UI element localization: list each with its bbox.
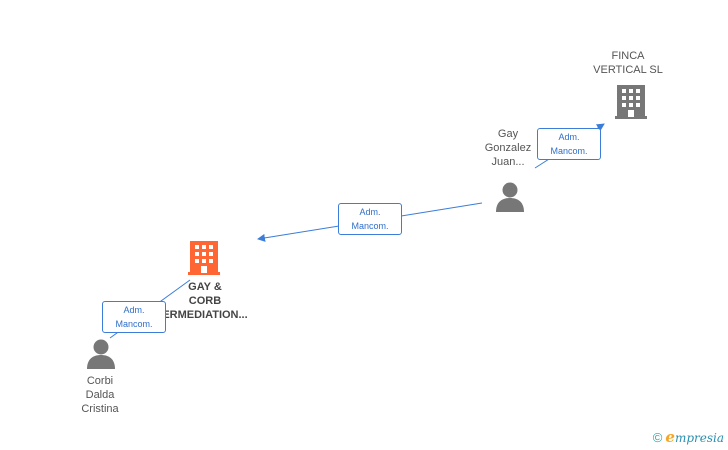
edge-label-line: Mancom. (351, 221, 389, 231)
edge-label-gay-gonzalez-gay-corb[interactable]: Adm. Mancom. (338, 203, 402, 235)
node-label-line: CORB (188, 295, 222, 307)
empresia-watermark: © empresia (653, 428, 724, 446)
node-label-line: Gay (497, 128, 519, 140)
node-label-corbi[interactable]: Corbi Dalda Cristina (62, 374, 138, 416)
edge-label-line: Adm. (558, 132, 580, 142)
node-label-line: Corbi (86, 375, 114, 387)
brand-logo-text: mpresia (674, 431, 724, 445)
node-label-line: FINCA (611, 50, 645, 62)
brand-logo: empresia (665, 428, 724, 446)
brand-logo-e: e (665, 428, 675, 446)
copyright-icon: © (652, 429, 663, 445)
edge-label-corbi-gay-corb[interactable]: Adm. Mancom. (102, 301, 166, 333)
edge-label-line: Mancom. (550, 146, 588, 156)
node-label-line: GAY & (188, 281, 222, 293)
building-icon[interactable] (188, 241, 220, 275)
node-label-line: ERMEDIATION... (162, 309, 248, 321)
node-label-line: Gonzalez (484, 142, 532, 154)
edge-label-line: Mancom. (115, 319, 153, 329)
person-icon[interactable] (495, 182, 525, 212)
person-icon[interactable] (86, 339, 116, 369)
node-label-gay-gonzalez[interactable]: Gay Gonzalez Juan... (470, 127, 546, 169)
node-label-line: Juan... (491, 156, 525, 168)
edge-label-line: Adm. (359, 207, 381, 217)
node-label-line: Cristina (81, 403, 119, 415)
edge-label-line: Adm. (123, 305, 145, 315)
node-label-gay-corb[interactable]: GAY & CORB ERMEDIATION... (150, 280, 260, 322)
node-label-finca[interactable]: FINCA VERTICAL SL (578, 49, 678, 77)
edge-label-gay-gonzalez-finca[interactable]: Adm. Mancom. (537, 128, 601, 160)
node-label-line: VERTICAL SL (593, 64, 663, 76)
node-label-line: Dalda (85, 389, 115, 401)
building-icon[interactable] (615, 85, 647, 119)
